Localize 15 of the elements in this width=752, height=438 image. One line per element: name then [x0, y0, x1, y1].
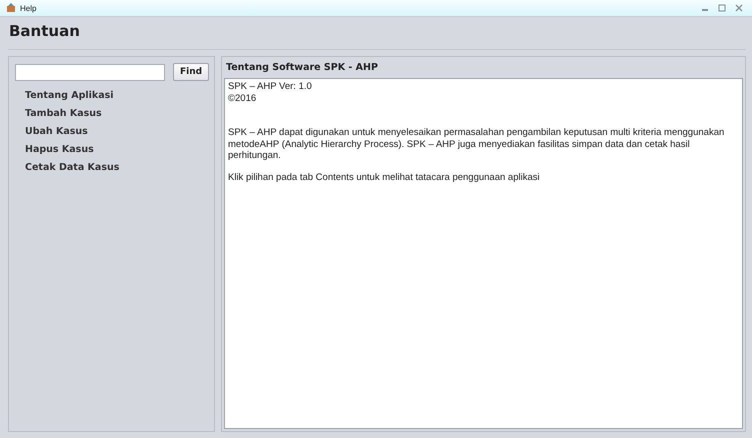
app-icon	[6, 3, 16, 13]
topic-link[interactable]: Ubah Kasus	[25, 126, 208, 137]
page-heading: Bantuan	[9, 21, 81, 42]
info-line: SPK – AHP Ver: 1.0	[228, 81, 313, 92]
paragraph: Klik pilihan pada tab Contents untuk melihat tatacara penggunaan aplikasi	[228, 172, 541, 183]
topic-link[interactable]: Hapus Kasus	[25, 144, 208, 155]
info-line: ©2016	[228, 92, 258, 104]
topic-link[interactable]: Tentang Aplikasi	[25, 90, 208, 101]
topic-link[interactable]: Cetak Data Kasus	[25, 162, 208, 173]
content-title: Tentang Software SPK - AHP	[225, 61, 379, 75]
topic-link[interactable]: Tambah Kasus	[25, 108, 208, 119]
paragraph: SPK – AHP dapat digunakan untuk menyelesaikan permasalahan pengambilan keputusan multi kriteria menggunakan metodeAHP (Analytic Hierarchy Process). SPK – AHP juga menyediakan fasilitas simpan data dan cetak hasil perhitungan.	[228, 127, 726, 162]
window-title: Help	[20, 4, 36, 12]
find-button[interactable]: Find	[173, 63, 210, 81]
search-field[interactable]	[15, 64, 165, 80]
